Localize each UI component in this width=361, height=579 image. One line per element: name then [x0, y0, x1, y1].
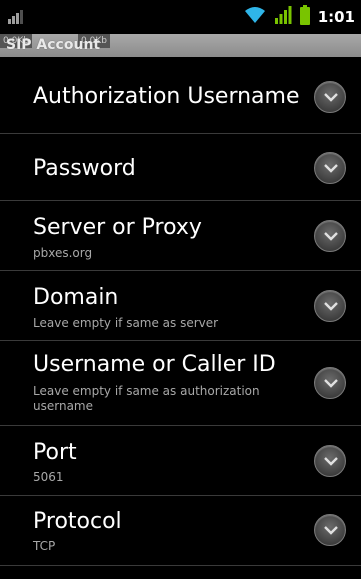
chevron-down-icon[interactable] [314, 445, 346, 477]
chevron-down-icon[interactable] [314, 81, 346, 113]
wifi-icon [244, 6, 266, 28]
chevron-down-icon[interactable] [314, 367, 346, 399]
setting-authorization-username[interactable]: Authorization Username [0, 57, 361, 134]
setting-password[interactable]: Password [0, 134, 361, 201]
setting-title: Username or Caller ID [33, 352, 276, 377]
setting-username-or-caller-id[interactable]: Username or Caller ID Leave empty if sam… [0, 341, 361, 426]
chevron-down-icon[interactable] [314, 220, 346, 252]
chevron-down-icon[interactable] [314, 290, 346, 322]
setting-summary: TCP [33, 539, 56, 553]
setting-summary: 5061 [33, 470, 64, 484]
clock: 1:01 [317, 8, 355, 26]
battery-icon [299, 5, 310, 29]
setting-title: Protocol [33, 509, 122, 534]
cell-signal-icon [274, 6, 292, 28]
setting-title: Server or Proxy [33, 215, 202, 240]
setting-domain[interactable]: Domain Leave empty if same as server [0, 271, 361, 341]
setting-server-or-proxy[interactable]: Server or Proxy pbxes.org [0, 201, 361, 271]
setting-title: Port [33, 440, 77, 465]
chevron-down-icon[interactable] [314, 152, 346, 184]
page-title: SIP Account [6, 37, 101, 53]
status-bar: 1:01 [0, 0, 361, 34]
chevron-down-icon[interactable] [314, 514, 346, 546]
status-icons: 1:01 [244, 5, 355, 29]
title-bar: 0.0Kb 0.0Kb SIP Account [0, 34, 361, 57]
setting-protocol[interactable]: Protocol TCP [0, 496, 361, 566]
setting-summary: pbxes.org [33, 246, 93, 260]
signal-small-icon [8, 10, 23, 24]
setting-title: Authorization Username [33, 84, 300, 109]
setting-title: Password [33, 156, 136, 181]
settings-list: Authorization Username Password Server o… [0, 57, 361, 566]
setting-port[interactable]: Port 5061 [0, 426, 361, 496]
setting-summary: Leave empty if same as authorization use… [33, 384, 260, 413]
setting-summary: Leave empty if same as server [33, 316, 219, 330]
setting-title: Domain [33, 285, 119, 310]
